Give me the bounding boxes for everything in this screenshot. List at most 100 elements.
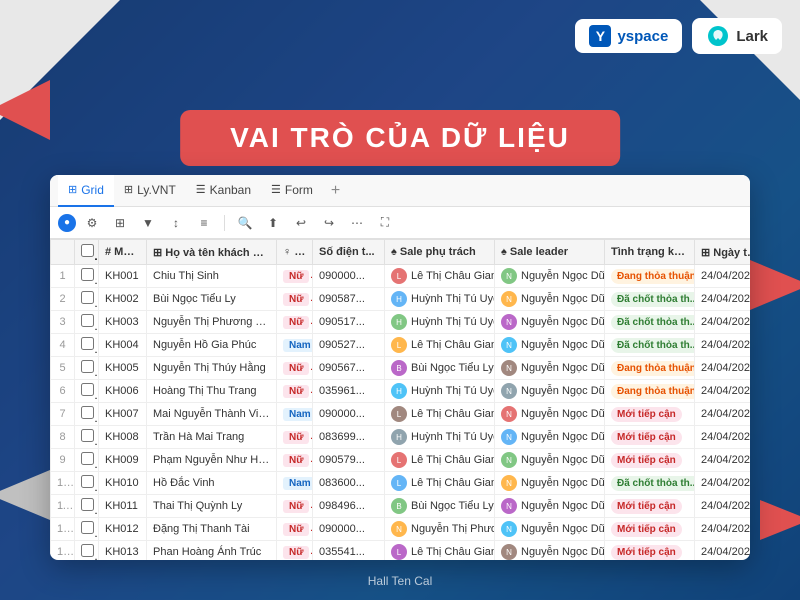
cell-check[interactable] xyxy=(75,449,99,472)
cell-check[interactable] xyxy=(75,518,99,541)
cell-status: Mới tiếp cận xyxy=(605,495,695,518)
col-header-gender[interactable]: ♀ Giới tính xyxy=(277,240,313,265)
copy-button[interactable]: ⊞ xyxy=(108,211,132,235)
col-header-sale-phu[interactable]: ♠ Sale phụ trách xyxy=(385,240,495,265)
row-checkbox[interactable] xyxy=(81,291,94,304)
cell-sale-phu: L Lê Thị Châu Giang xyxy=(385,403,495,426)
lyvnt-icon: ⊞ xyxy=(124,183,133,196)
gender-badge: Nam xyxy=(283,477,313,490)
cell-num: 11 xyxy=(51,495,75,518)
cell-sale-phu: L Lê Thị Châu Giang xyxy=(385,334,495,357)
toolbar-dot[interactable]: ● xyxy=(58,214,76,232)
sale-phu-name: Huỳnh Thị Tú Uyên xyxy=(411,431,495,443)
tab-grid[interactable]: ⊞ Grid xyxy=(58,175,114,207)
cell-check[interactable] xyxy=(75,541,99,561)
col-header-phone[interactable]: Số điện t... xyxy=(313,240,385,265)
y-icon: Y xyxy=(589,25,611,47)
search-button[interactable]: 🔍 xyxy=(233,211,257,235)
cell-name: Hoàng Thị Thu Trang xyxy=(147,380,277,403)
col-header-ma[interactable]: # Mã KH xyxy=(99,240,147,265)
table-row[interactable]: 12 KH012 Đặng Thị Thanh Tài Nữ 090000...… xyxy=(51,518,751,541)
more-button[interactable]: ⋯ xyxy=(345,211,369,235)
cell-check[interactable] xyxy=(75,265,99,288)
table-row[interactable]: 9 KH009 Phạm Nguyễn Như Hoa Nữ 090579...… xyxy=(51,449,751,472)
avatar: H xyxy=(391,429,407,445)
cell-name: Phan Hoàng Ánh Trúc xyxy=(147,541,277,561)
table-row[interactable]: 10 KH010 Hồ Đắc Vinh Nam 083600... L Lê … xyxy=(51,472,751,495)
cell-check[interactable] xyxy=(75,403,99,426)
add-tab-button[interactable]: + xyxy=(323,182,348,200)
cell-check[interactable] xyxy=(75,472,99,495)
col-header-date[interactable]: ⊞ Ngày tao xyxy=(695,240,751,265)
cell-gender: Nữ xyxy=(277,311,313,334)
share-button[interactable]: ⬆ xyxy=(261,211,285,235)
table-body: 1 KH001 Chiu Thị Sinh Nữ 090000... L Lê … xyxy=(51,265,751,561)
row-checkbox[interactable] xyxy=(81,452,94,465)
cell-check[interactable] xyxy=(75,495,99,518)
lark-label: Lark xyxy=(736,28,768,45)
table-row[interactable]: 5 KH005 Nguyễn Thị Thúy Hằng Nữ 090567..… xyxy=(51,357,751,380)
cell-sale-phu: H Huỳnh Thị Tú Uyên xyxy=(385,380,495,403)
cell-phone: 098496... xyxy=(313,495,385,518)
cell-num: 2 xyxy=(51,288,75,311)
row-checkbox[interactable] xyxy=(81,406,94,419)
group-button[interactable]: ≡ xyxy=(192,211,216,235)
col-header-name[interactable]: ⊞ Họ và tên khách hàng xyxy=(147,240,277,265)
table-row[interactable]: 11 KH011 Thai Thị Quỳnh Ly Nữ 098496... … xyxy=(51,495,751,518)
cell-check[interactable] xyxy=(75,334,99,357)
row-checkbox[interactable] xyxy=(81,268,94,281)
select-all-checkbox[interactable] xyxy=(81,244,94,257)
cell-check[interactable] xyxy=(75,288,99,311)
cell-name: Trần Hà Mai Trang xyxy=(147,426,277,449)
sale-phu-name: Lê Thị Châu Giang xyxy=(411,408,495,420)
table-row[interactable]: 13 KH013 Phan Hoàng Ánh Trúc Nữ 035541..… xyxy=(51,541,751,561)
cell-ma: KH005 xyxy=(99,357,147,380)
cell-check[interactable] xyxy=(75,380,99,403)
grid-container[interactable]: # Mã KH ⊞ Họ và tên khách hàng ♀ Giới tí… xyxy=(50,239,750,560)
settings-button[interactable]: ⚙ xyxy=(80,211,104,235)
avatar: H xyxy=(391,383,407,399)
row-checkbox[interactable] xyxy=(81,383,94,396)
table-row[interactable]: 7 KH007 Mai Nguyễn Thành Vinh Nam 090000… xyxy=(51,403,751,426)
table-row[interactable]: 4 KH004 Nguyễn Hồ Gia Phúc Nam 090527...… xyxy=(51,334,751,357)
gender-badge: Nữ xyxy=(283,523,309,536)
row-checkbox[interactable] xyxy=(81,475,94,488)
avatar: N xyxy=(501,429,517,445)
cell-check[interactable] xyxy=(75,426,99,449)
sale-lead-name: Nguyễn Ngọc Dũng xyxy=(521,546,605,558)
table-row[interactable]: 2 KH002 Bùi Ngọc Tiểu Ly Nữ 090587... H … xyxy=(51,288,751,311)
cell-status: Đã chốt thỏa th... xyxy=(605,472,695,495)
col-header-sale-lead[interactable]: ♠ Sale leader xyxy=(495,240,605,265)
avatar: N xyxy=(501,314,517,330)
table-row[interactable]: 6 KH006 Hoàng Thị Thu Trang Nữ 035961...… xyxy=(51,380,751,403)
table-row[interactable]: 3 KH003 Nguyễn Thị Phương Thảo Nữ 090517… xyxy=(51,311,751,334)
tab-form[interactable]: ☰ Form xyxy=(261,175,323,207)
row-checkbox[interactable] xyxy=(81,521,94,534)
row-checkbox[interactable] xyxy=(81,360,94,373)
cell-phone: 035541... xyxy=(313,541,385,561)
cell-name: Nguyễn Thị Phương Thảo xyxy=(147,311,277,334)
cell-check[interactable] xyxy=(75,357,99,380)
sort-button[interactable]: ↕ xyxy=(164,211,188,235)
cell-status: Mới tiếp cận xyxy=(605,403,695,426)
expand-button[interactable]: ⛶ xyxy=(373,211,397,235)
table-row[interactable]: 8 KH008 Trần Hà Mai Trang Nữ 083699... H… xyxy=(51,426,751,449)
cell-name: Đặng Thị Thanh Tài xyxy=(147,518,277,541)
row-checkbox[interactable] xyxy=(81,337,94,350)
cell-name: Chiu Thị Sinh xyxy=(147,265,277,288)
title-banner: VAI TRÒ CỦA DỮ LIỆU xyxy=(180,110,620,166)
row-checkbox[interactable] xyxy=(81,544,94,557)
sale-lead-name: Nguyễn Ngọc Dũng xyxy=(521,362,605,374)
row-checkbox[interactable] xyxy=(81,429,94,442)
table-header-row: # Mã KH ⊞ Họ và tên khách hàng ♀ Giới tí… xyxy=(51,240,751,265)
cell-check[interactable] xyxy=(75,311,99,334)
redo-button[interactable]: ↪ xyxy=(317,211,341,235)
tab-kanban[interactable]: ☰ Kanban xyxy=(186,175,261,207)
table-row[interactable]: 1 KH001 Chiu Thị Sinh Nữ 090000... L Lê … xyxy=(51,265,751,288)
col-header-status[interactable]: Tình trạng khách h... xyxy=(605,240,695,265)
undo-button[interactable]: ↩ xyxy=(289,211,313,235)
filter-button[interactable]: ▼ xyxy=(136,211,160,235)
row-checkbox[interactable] xyxy=(81,314,94,327)
row-checkbox[interactable] xyxy=(81,498,94,511)
tab-lyvnt[interactable]: ⊞ Ly.VNT xyxy=(114,175,186,207)
